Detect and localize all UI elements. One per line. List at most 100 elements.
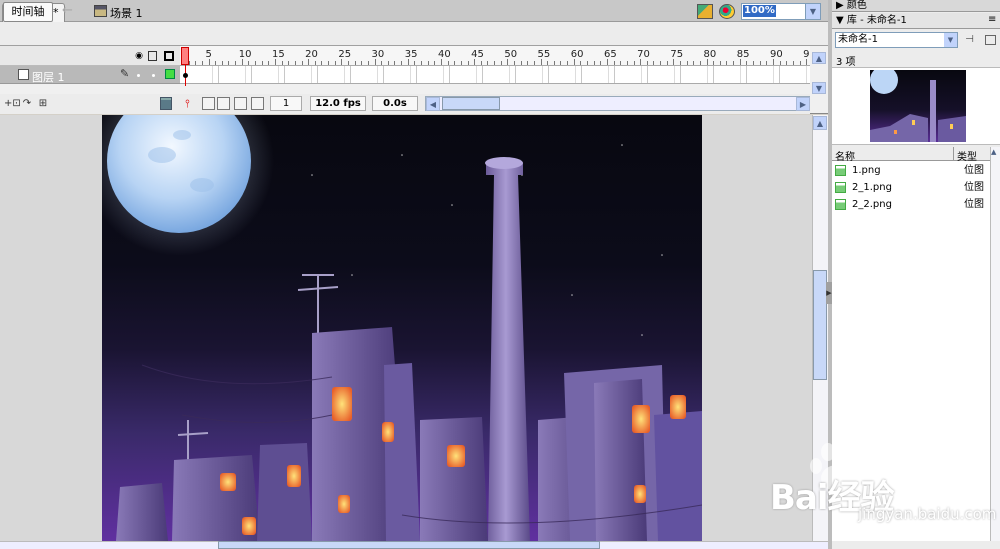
ruler-tick [613, 61, 615, 65]
elapsed-time: 0.0s [372, 96, 418, 111]
ruler-tick [447, 61, 449, 65]
frame-ruler[interactable]: 1510152025303540455055606570758085909 [180, 46, 810, 66]
stage-scroll-up-icon[interactable]: ▲ [813, 116, 827, 130]
ruler-tick [228, 61, 230, 65]
scene-label[interactable]: 场景 1 [110, 5, 143, 21]
edit-symbols-icon[interactable] [719, 4, 735, 19]
expand-icon: ▶ [836, 0, 844, 11]
eye-icon[interactable]: ◉ [133, 50, 145, 62]
stage-canvas[interactable] [102, 115, 702, 541]
lock-dot[interactable] [152, 74, 155, 77]
modify-onion-markers-icon[interactable] [251, 97, 264, 110]
edit-scene-icon[interactable] [697, 4, 713, 19]
visibility-dot[interactable] [137, 74, 140, 77]
ruler-tick [680, 61, 681, 65]
ruler-tick [401, 61, 403, 65]
ruler-tick [421, 61, 423, 65]
ruler-tick [354, 61, 356, 65]
stage-scroll-thumb[interactable] [813, 270, 827, 380]
watermark-subtext: jingyan.baidu.com [858, 505, 997, 523]
playhead[interactable] [181, 47, 189, 65]
color-panel-title: 颜色 [846, 0, 867, 11]
outline-color-box[interactable] [165, 69, 175, 79]
ruler-tick [646, 61, 648, 65]
insert-folder-icon[interactable]: ⊞ [36, 97, 50, 110]
timeline-scroll-down-icon[interactable]: ▼ [812, 82, 826, 94]
zoom-dropdown-arrow-icon[interactable]: ▼ [805, 4, 820, 19]
frame-track[interactable] [180, 66, 810, 84]
ruler-number: 75 [670, 49, 684, 60]
ruler-number: 70 [637, 49, 650, 60]
ruler-tick [215, 61, 217, 65]
pencil-icon: ✎ [120, 67, 130, 80]
add-guide-layer-icon[interactable]: ↷ [20, 97, 34, 110]
layer-icon [18, 69, 29, 80]
insert-layer-icon[interactable]: +⊡ [4, 97, 21, 110]
ruler-tick [520, 61, 522, 65]
timeline-toggle-button[interactable]: 时间轴 [3, 2, 53, 22]
ruler-tick [547, 61, 549, 65]
ruler-tick [719, 61, 721, 65]
item-type: 位图 [964, 199, 984, 210]
zoom-select[interactable]: 100% ▼ [741, 3, 821, 20]
ruler-tick [394, 61, 396, 65]
onion-outline-icon[interactable] [217, 97, 230, 110]
ruler-tick [248, 61, 250, 65]
library-panel-header[interactable]: ▼ 库 - 未命名-1 [832, 13, 1000, 29]
outline-icon[interactable] [164, 51, 174, 61]
timeline-scroll-up-icon[interactable]: ▲ [812, 52, 826, 64]
ruler-number: 60 [570, 49, 584, 60]
frame-rate[interactable]: 12.0 fps [310, 96, 366, 111]
ruler-number: 65 [603, 49, 617, 60]
ruler-tick [221, 61, 223, 65]
building-center-step [384, 363, 420, 541]
scroll-right-icon[interactable]: ▶ [796, 97, 810, 111]
library-options-menu-icon[interactable]: ≡ [988, 14, 996, 25]
ruler-tick [567, 61, 569, 65]
ruler-number: 15 [271, 49, 285, 60]
keyframe[interactable] [183, 73, 188, 78]
timeline-scroll-thumb[interactable] [442, 97, 500, 110]
pin-library-icon[interactable]: ⊣ [963, 34, 976, 46]
building-far-left [116, 483, 168, 541]
item-type: 位图 [964, 165, 984, 176]
back-arrow-icon[interactable]: ← [62, 3, 73, 18]
ruler-tick [281, 61, 283, 65]
item-name: 1.png [852, 165, 881, 176]
scroll-left-icon[interactable]: ◀ [426, 97, 440, 111]
ruler-number: 85 [736, 49, 750, 60]
ruler-tick [533, 61, 535, 65]
ruler-number: 9 [803, 49, 810, 60]
column-divider[interactable] [953, 147, 954, 161]
ruler-tick [348, 61, 349, 65]
center-frame-icon[interactable]: ⫯ [185, 97, 190, 111]
layer-name[interactable]: 图层 1 [32, 69, 65, 85]
ruler-tick [699, 61, 701, 65]
ruler-number: 35 [404, 49, 418, 60]
library-select-arrow-icon[interactable]: ▼ [944, 33, 957, 47]
library-document-select[interactable]: 未命名-1 [835, 32, 958, 48]
delete-layer-icon[interactable] [160, 97, 172, 110]
stage-hscroll-thumb[interactable] [218, 541, 600, 549]
chimney-top [485, 157, 523, 169]
item-type: 位图 [964, 182, 984, 193]
onion-skin-icon[interactable] [202, 97, 215, 110]
lock-icon[interactable] [148, 51, 157, 61]
ruler-tick [321, 61, 323, 65]
ruler-tick [759, 61, 761, 65]
ruler-tick [660, 61, 662, 65]
ruler-tick [201, 61, 203, 65]
ruler-tick [288, 61, 290, 65]
bitmap-icon [835, 199, 846, 210]
ruler-tick [693, 61, 695, 65]
library-scroll-up-icon[interactable]: ▲ [991, 148, 996, 156]
ruler-tick [381, 61, 383, 65]
item-name: 2_1.png [852, 182, 892, 193]
edit-multiple-frames-icon[interactable] [234, 97, 247, 110]
color-panel-header[interactable]: ▶ 颜色 [832, 0, 1000, 12]
ruler-tick [626, 61, 628, 65]
ruler-tick [766, 61, 768, 65]
ruler-number: 5 [205, 49, 212, 60]
new-library-panel-icon[interactable] [985, 35, 996, 45]
ruler-tick [792, 61, 794, 65]
